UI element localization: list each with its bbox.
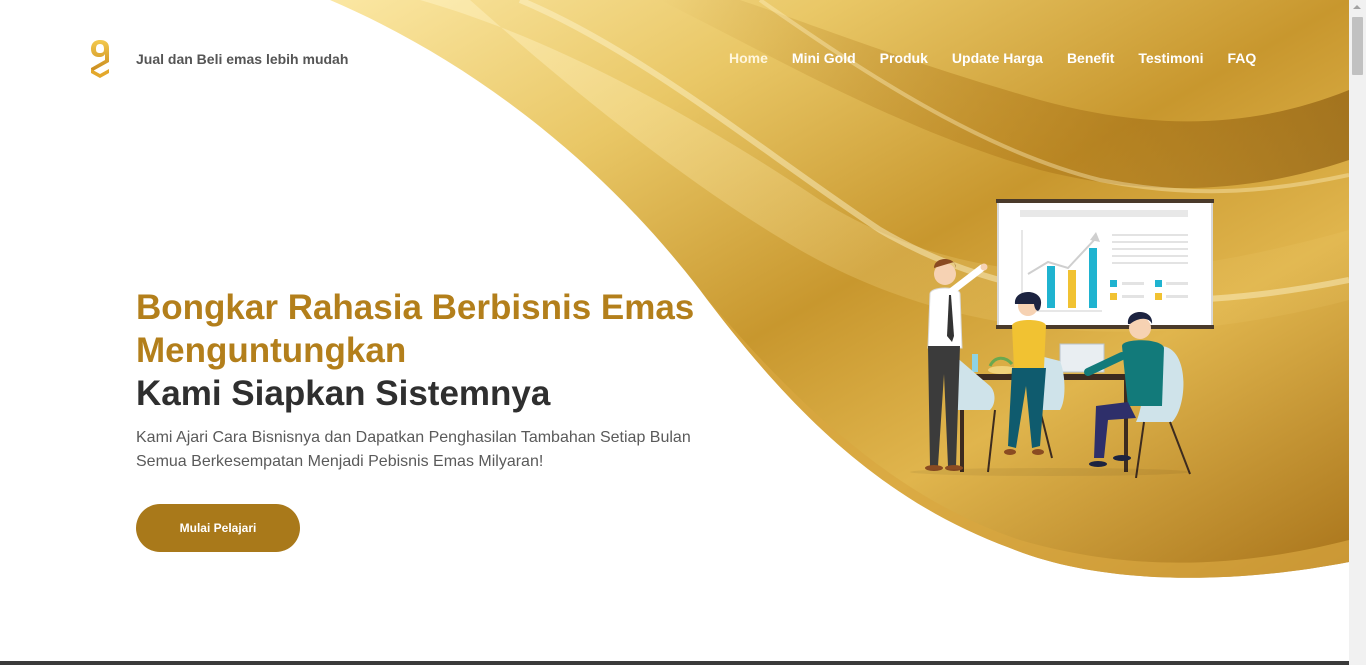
scroll-up-arrow-icon[interactable] [1353, 5, 1361, 9]
nav-faq[interactable]: FAQ [1227, 50, 1256, 66]
hero-title: Bongkar Rahasia Berbisnis Emas Menguntun… [136, 286, 736, 415]
scroll-thumb[interactable] [1352, 17, 1363, 75]
nav-produk[interactable]: Produk [880, 50, 928, 66]
hero-subtitle-line2: Semua Berkesempatan Menjadi Pebisnis Ema… [136, 453, 544, 470]
nav-mini-gold[interactable]: Mini Gold [792, 50, 856, 66]
hero-subtitle-line1: Kami Ajari Cara Bisnisnya dan Dapatkan P… [136, 429, 691, 446]
business-meeting-illustration [910, 199, 1214, 478]
main-nav: Home Mini Gold Produk Update Harga Benef… [729, 50, 1256, 66]
bottom-edge-bar [0, 661, 1349, 665]
nav-home[interactable]: Home [729, 50, 768, 66]
nav-update-harga[interactable]: Update Harga [952, 50, 1043, 66]
landing-page: Jual dan Beli emas lebih mudah Home Mini… [0, 0, 1349, 665]
nav-testimoni[interactable]: Testimoni [1138, 50, 1203, 66]
hero-subtitle: Kami Ajari Cara Bisnisnya dan Dapatkan P… [136, 426, 736, 474]
start-learning-button[interactable]: Mulai Pelajari [136, 504, 300, 552]
hero-title-line1: Bongkar Rahasia Berbisnis Emas [136, 288, 695, 327]
hero-section: Bongkar Rahasia Berbisnis Emas Menguntun… [136, 286, 736, 474]
vertical-scrollbar[interactable] [1349, 0, 1366, 665]
hero-title-line2: Menguntungkan [136, 331, 407, 370]
hero-title-line3: Kami Siapkan Sistemnya [136, 374, 551, 413]
site-tagline: Jual dan Beli emas lebih mudah [136, 51, 349, 67]
nav-benefit[interactable]: Benefit [1067, 50, 1114, 66]
gold-9-logo-icon[interactable] [88, 38, 112, 80]
